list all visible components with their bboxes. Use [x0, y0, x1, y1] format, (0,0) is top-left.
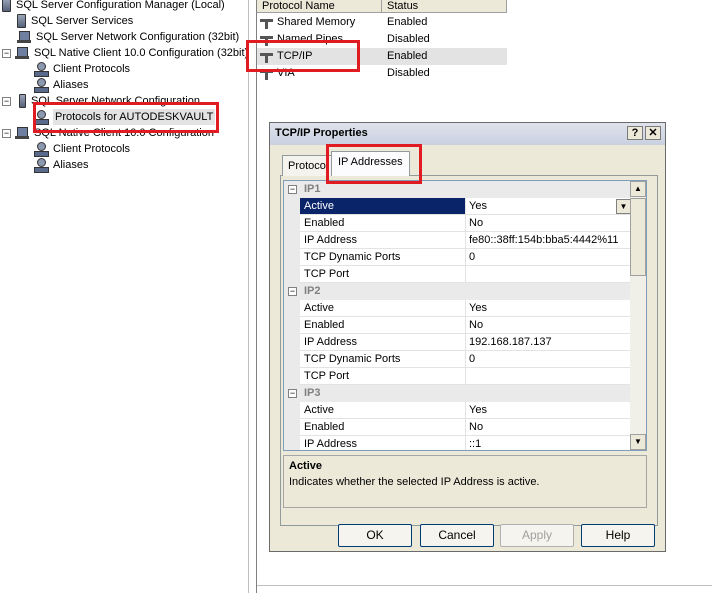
collapse-icon[interactable]: −: [2, 128, 11, 138]
tree-item-client-protocols-2[interactable]: Client Protocols: [34, 141, 130, 157]
grid-row[interactable]: TCP Port: [284, 266, 632, 283]
grid-row[interactable]: TCP Dynamic Ports 0: [284, 249, 632, 266]
protocol-icon: [260, 17, 274, 29]
network-icon: [17, 30, 31, 44]
grid-row[interactable]: Active Yes: [284, 402, 632, 419]
description-text: Indicates whether the selected IP Addres…: [289, 476, 540, 488]
alias-icon: [34, 158, 49, 173]
apply-button[interactable]: Apply: [500, 524, 574, 547]
grid-row[interactable]: Enabled No: [284, 317, 632, 334]
tree-item-label: Aliases: [53, 159, 89, 171]
network-icon: [19, 94, 26, 108]
highlight-box-tcpip: [246, 40, 360, 72]
cancel-button[interactable]: Cancel: [420, 524, 494, 547]
vertical-scrollbar[interactable]: ▲ ▼: [630, 181, 646, 450]
list-row[interactable]: Shared Memory Enabled: [257, 14, 507, 31]
server-icon: [2, 0, 11, 12]
tree-item-root[interactable]: SQL Server Configuration Manager (Local): [2, 0, 225, 13]
tree-item-label: Aliases: [53, 79, 89, 91]
collapse-icon[interactable]: −: [288, 185, 297, 194]
tree-item-client-protocols[interactable]: Client Protocols: [34, 61, 130, 77]
grid-value[interactable]: Yes: [466, 198, 632, 215]
dialog-titlebar[interactable]: TCP/IP Properties ? ✕: [270, 123, 665, 145]
grid-row[interactable]: IP Address fe80::38ff:154b:bba5:4442%11: [284, 232, 632, 249]
column-header-protocol-name[interactable]: Protocol Name: [257, 0, 382, 13]
protocol-status: Disabled: [387, 33, 430, 45]
tree-item-services[interactable]: SQL Server Services: [17, 13, 133, 29]
collapse-icon[interactable]: −: [288, 389, 297, 398]
protocol-icon: [34, 62, 49, 77]
tree-item-label: Client Protocols: [53, 143, 131, 155]
highlight-box-ip-addresses-tab: [326, 144, 422, 184]
tree-item-aliases-2[interactable]: Aliases: [34, 157, 88, 173]
grid-row[interactable]: Active Yes: [284, 300, 632, 317]
description-pane: Active Indicates whether the selected IP…: [283, 455, 647, 508]
dropdown-arrow-icon[interactable]: ▼: [616, 199, 631, 214]
tree-pane: SQL Server Configuration Manager (Local)…: [0, 0, 248, 593]
collapse-icon[interactable]: −: [2, 48, 11, 58]
tree-item-label: SQL Server Network Configuration (32bit): [36, 31, 240, 43]
scroll-thumb[interactable]: [630, 198, 646, 276]
help-button[interactable]: Help: [581, 524, 655, 547]
grid-category-ip3[interactable]: − IP3: [284, 385, 632, 402]
grid-row-active[interactable]: Active Yes ▼: [284, 198, 632, 215]
dialog-title: TCP/IP Properties: [275, 127, 368, 139]
protocol-status: Enabled: [387, 16, 428, 28]
tree-item-label: SQL Server Configuration Manager (Local): [16, 0, 225, 11]
grid-row[interactable]: Enabled No: [284, 419, 632, 436]
grid-category-ip2[interactable]: − IP2: [284, 283, 632, 300]
grid-row[interactable]: TCP Dynamic Ports 0: [284, 351, 632, 368]
protocol-icon: [34, 142, 49, 157]
grid-row[interactable]: IP Address 192.168.187.137: [284, 334, 632, 351]
collapse-icon[interactable]: −: [2, 96, 11, 106]
property-grid[interactable]: − IP1 Active Yes ▼ Enabled No IP Address…: [283, 180, 647, 451]
help-icon[interactable]: ?: [627, 126, 643, 140]
tree-item-native-client-32bit[interactable]: − SQL Native Client 10.0 Configuration (…: [2, 45, 248, 61]
tree-item-label: Client Protocols: [53, 63, 131, 75]
alias-icon: [34, 78, 49, 93]
scroll-up-icon[interactable]: ▲: [630, 181, 646, 197]
close-icon[interactable]: ✕: [645, 126, 661, 140]
tab-protocol[interactable]: Protocol: [282, 155, 332, 176]
tree-item-label: SQL Native Client 10.0 Configuration (32…: [34, 47, 249, 59]
collapse-icon[interactable]: −: [288, 287, 297, 296]
highlight-box-protocols: [33, 102, 219, 133]
network-icon: [15, 126, 29, 140]
protocol-name: Shared Memory: [277, 16, 356, 28]
grid-row[interactable]: TCP Port: [284, 368, 632, 385]
protocol-status: Disabled: [387, 67, 430, 79]
description-title: Active: [289, 460, 323, 472]
pane-splitter[interactable]: [248, 0, 257, 593]
network-icon: [15, 46, 29, 60]
column-header-status[interactable]: Status: [382, 0, 507, 13]
tree-item-aliases[interactable]: Aliases: [34, 77, 88, 93]
tree-item-network-32bit[interactable]: SQL Server Network Configuration (32bit): [17, 29, 239, 45]
server-icon: [17, 14, 26, 28]
list-header: Protocol Name Status: [257, 0, 507, 13]
tree-item-label: SQL Server Services: [31, 15, 134, 27]
grid-row[interactable]: IP Address ::1: [284, 436, 632, 450]
protocol-status: Enabled: [387, 50, 428, 62]
scroll-down-icon[interactable]: ▼: [630, 434, 646, 450]
list-bottom-border: [257, 585, 712, 586]
ok-button[interactable]: OK: [338, 524, 412, 547]
grid-row[interactable]: Enabled No: [284, 215, 632, 232]
